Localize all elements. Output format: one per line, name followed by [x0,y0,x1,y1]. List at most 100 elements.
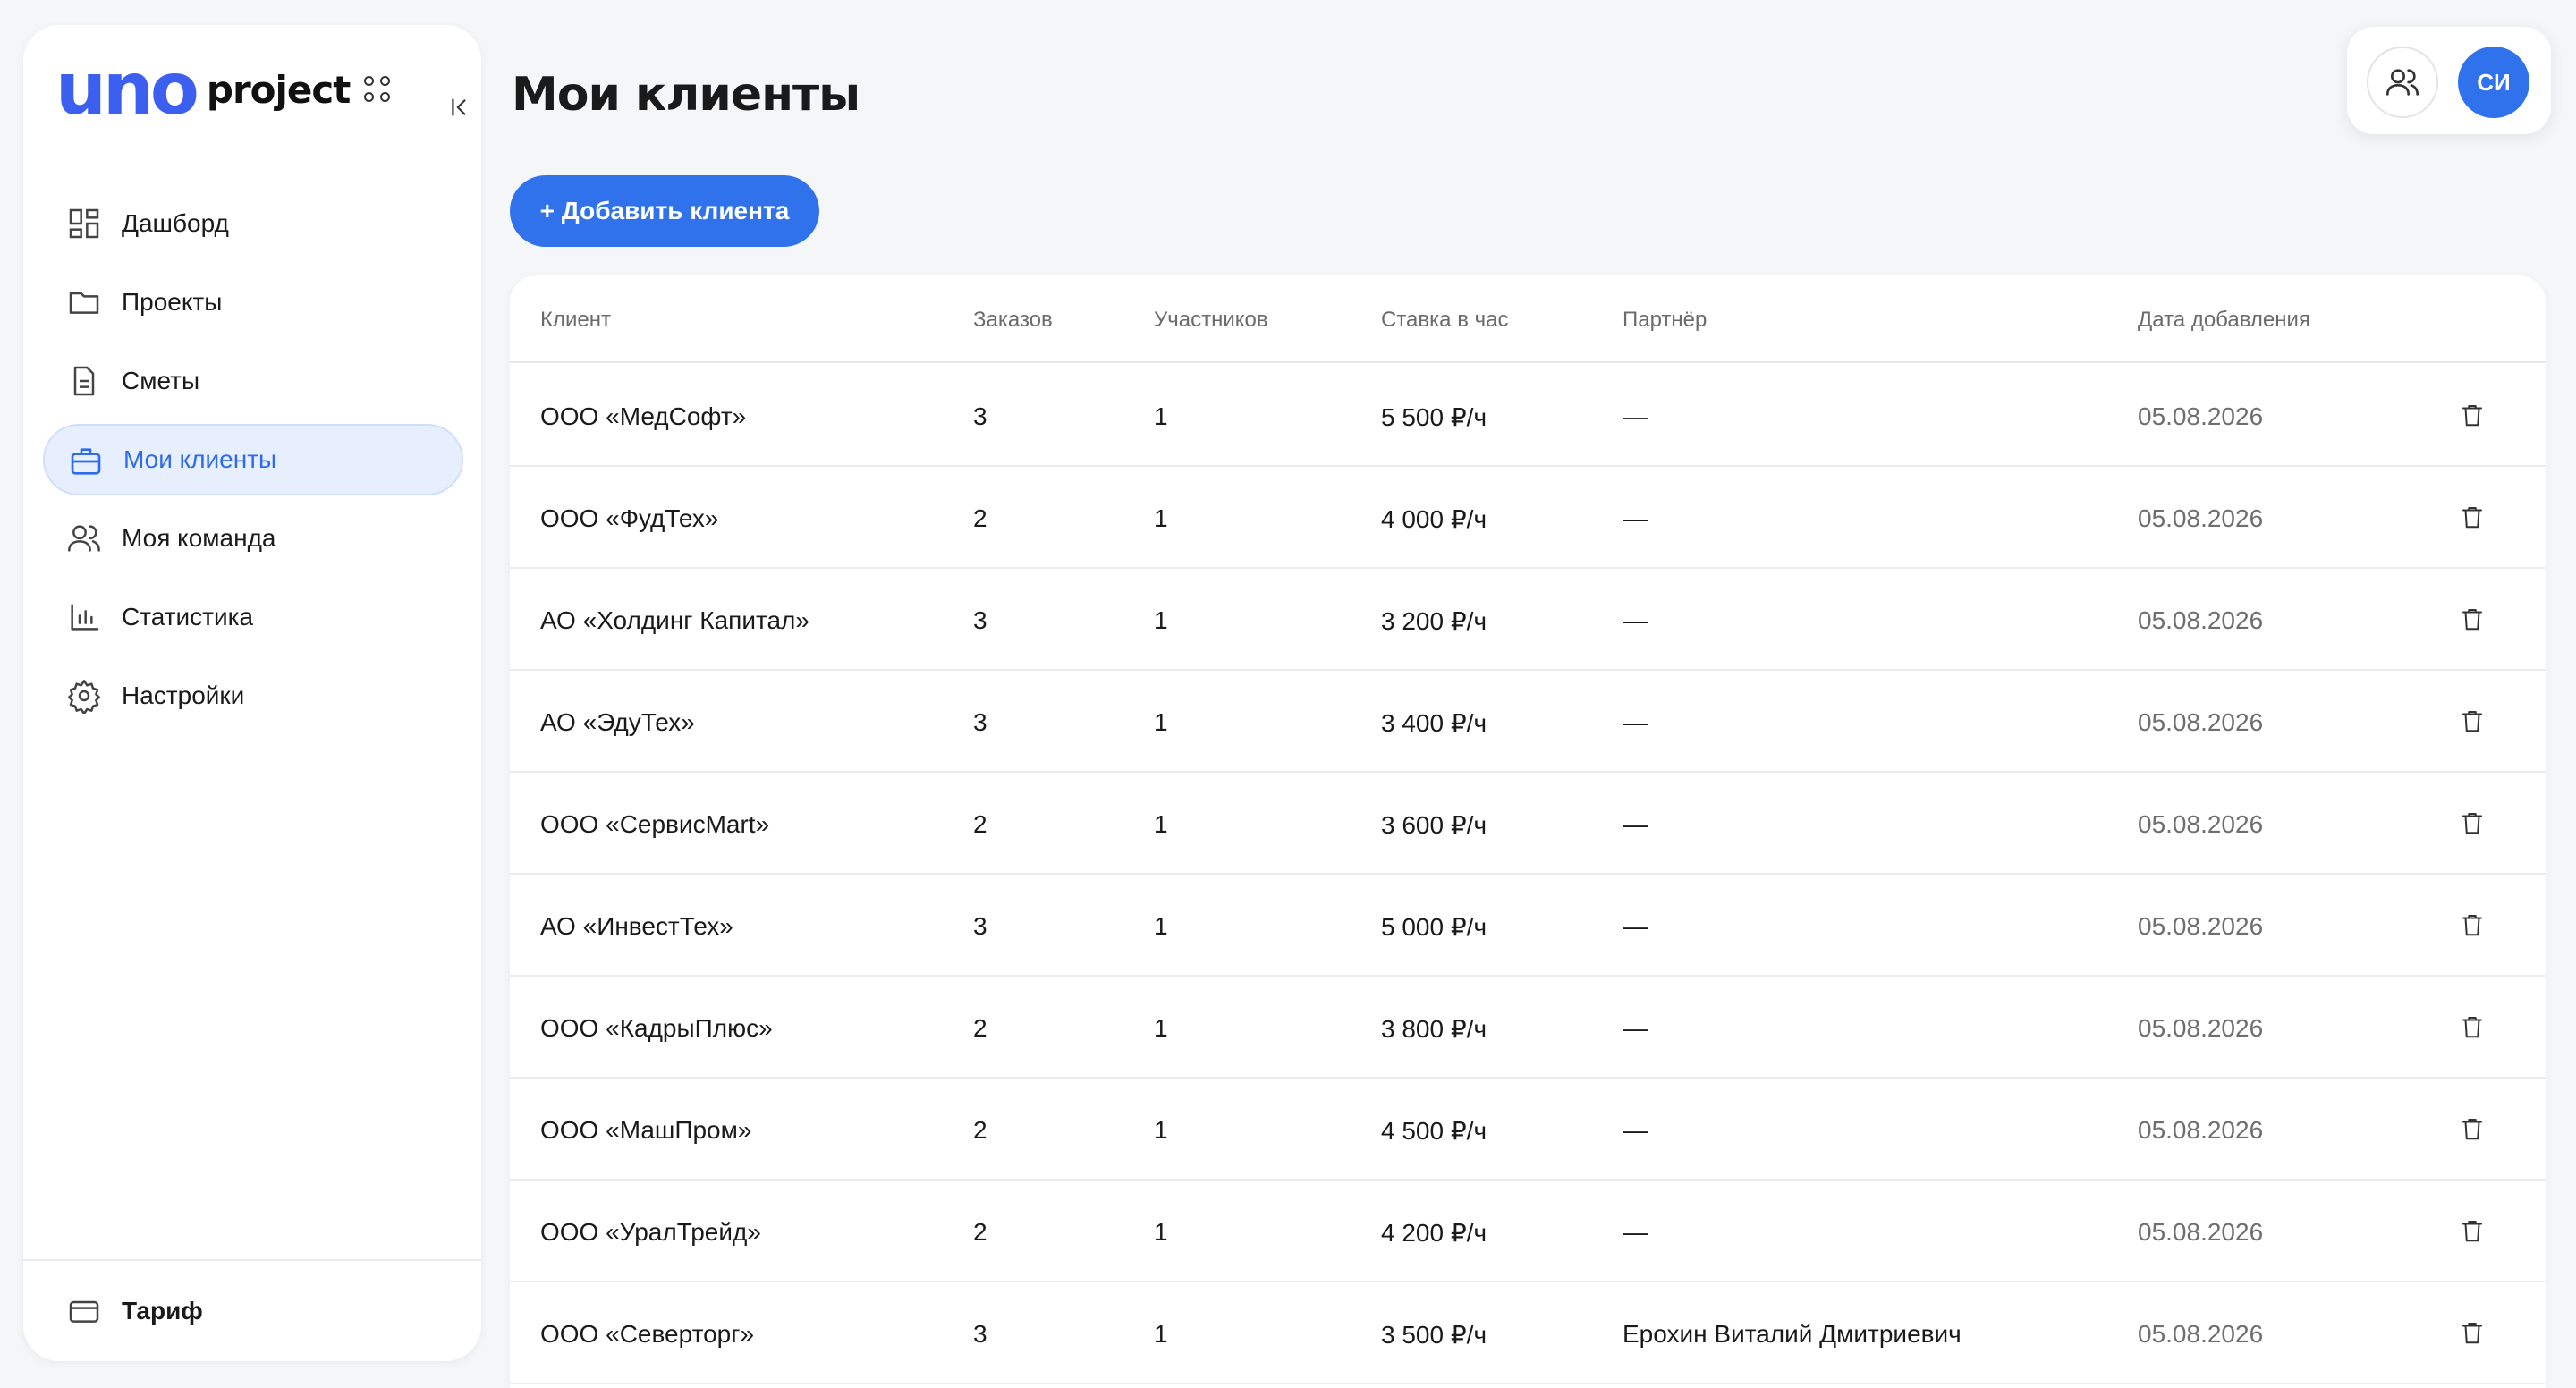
partner: — [1623,504,1648,532]
hourly-rate: 3 800 ₽/ч [1381,1015,1487,1043]
trash-icon[interactable] [2454,1213,2490,1248]
table-row[interactable]: АО «ИнвестТех» 3 1 5 000 ₽/ч — 05.08.2026 [510,875,2546,977]
sidebar-item-label: Настройки [122,681,245,709]
partner: — [1623,810,1648,838]
briefcase-icon [71,448,101,475]
table-row[interactable]: ООО «МедСофт» 3 1 5 500 ₽/ч — 05.08.2026 [510,365,2546,467]
orders-count: 3 [973,912,987,940]
table-row[interactable]: ООО «СервисMart» 2 1 3 600 ₽/ч — 05.08.2026 [510,773,2546,875]
table-row[interactable]: ООО «ФудТех» 2 1 4 000 ₽/ч — 05.08.2026 [510,467,2546,569]
client-name[interactable]: ООО «УралТрейд» [540,1218,761,1247]
date-added: 05.08.2026 [2138,708,2264,736]
members-count: 1 [1154,810,1168,838]
sidebar-item-label: Дашборд [122,209,229,237]
divider [23,1259,481,1261]
hourly-rate: 3 200 ₽/ч [1381,607,1487,635]
client-name[interactable]: ООО «СервисMart» [540,810,769,839]
partner: — [1623,708,1648,736]
members-count: 1 [1154,504,1168,532]
client-name[interactable]: АО «ИнвестТех» [540,912,733,941]
column-header-rate[interactable]: Ставка в час [1381,308,1508,333]
sidebar-item-estimates[interactable]: Сметы [43,345,463,417]
hourly-rate: 5 000 ₽/ч [1381,913,1487,941]
trash-icon[interactable] [2454,805,2490,841]
gear-icon [68,680,100,714]
sidebar-item-statistics[interactable]: Статистика [43,581,463,653]
trash-icon[interactable] [2454,1009,2490,1045]
team-icon [68,525,100,552]
table-row[interactable]: ООО «МашПром» 2 1 4 500 ₽/ч — 05.08.2026 [510,1079,2546,1181]
sidebar-item-label: Тариф [122,1297,203,1325]
members-count: 1 [1154,1116,1168,1144]
members-count: 1 [1154,606,1168,634]
team-button[interactable] [2367,47,2438,118]
column-header-members[interactable]: Участников [1154,308,1268,333]
hourly-rate: 3 600 ₽/ч [1381,811,1487,839]
client-name[interactable]: ООО «ФудТех» [540,504,718,533]
orders-count: 3 [973,606,987,634]
sidebar: uno project Дашборд Проекты Сметы Мои кл… [23,25,481,1361]
sidebar-item-label: Проекты [122,288,223,316]
trash-icon[interactable] [2454,703,2490,739]
table-row[interactable]: АО «ЭдуТех» 3 1 3 400 ₽/ч — 05.08.2026 [510,671,2546,773]
sidebar-item-dashboard[interactable]: Дашборд [43,188,463,259]
orders-count: 3 [973,402,987,430]
sidebar-item-settings[interactable]: Настройки [43,660,463,732]
column-header-partner[interactable]: Партнёр [1623,308,1707,333]
hourly-rate: 3 500 ₽/ч [1381,1321,1487,1349]
collapse-sidebar-icon[interactable] [442,89,478,125]
date-added: 05.08.2026 [2138,402,2264,430]
members-count: 1 [1154,1320,1168,1348]
client-name[interactable]: АО «Холдинг Капитал» [540,606,809,635]
table-row[interactable]: ООО «УралТрейд» 2 1 4 200 ₽/ч — 05.08.2026 [510,1181,2546,1282]
user-controls: СИ [2347,27,2551,134]
trash-icon[interactable] [2454,1315,2490,1350]
client-name[interactable]: ООО «Северторг» [540,1320,754,1349]
sidebar-item-team[interactable]: Моя команда [43,503,463,574]
client-name[interactable]: ООО «КадрыПлюс» [540,1014,773,1043]
date-added: 05.08.2026 [2138,1014,2264,1042]
client-name[interactable]: АО «ЭдуТех» [540,708,695,737]
client-name[interactable]: ООО «МедСофт» [540,402,746,431]
column-header-date[interactable]: Дата добавления [2138,308,2310,333]
table-row[interactable]: ООО «КадрыПлюс» 2 1 3 800 ₽/ч — 05.08.2026 [510,977,2546,1079]
date-added: 05.08.2026 [2138,810,2264,838]
hourly-rate: 4 500 ₽/ч [1381,1117,1487,1145]
orders-count: 2 [973,1218,987,1246]
page-title: Мои клиенты [512,68,860,122]
column-header-client[interactable]: Клиент [540,308,611,333]
partner: Ерохин Виталий Дмитриевич [1623,1320,1962,1348]
sidebar-item-label: Сметы [122,367,200,394]
trash-icon[interactable] [2454,499,2490,535]
table-row[interactable]: АО «Холдинг Капитал» 3 1 3 200 ₽/ч — 05.08.20… [510,569,2546,671]
members-count: 1 [1154,1014,1168,1042]
sidebar-item-tariff[interactable]: Тариф [43,1275,463,1347]
sidebar-item-label: Моя команда [122,524,276,552]
add-client-button[interactable]: + Добавить клиента [510,175,819,247]
credit-card-icon [69,1300,99,1323]
date-added: 05.08.2026 [2138,1218,2264,1246]
trash-icon[interactable] [2454,397,2490,433]
table-row[interactable]: ООО «Северторг» 3 1 3 500 ₽/ч Ерохин Виталий… [510,1282,2546,1384]
sidebar-item-projects[interactable]: Проекты [43,267,463,338]
partner: — [1623,1014,1648,1042]
apps-grid-icon[interactable] [364,76,391,103]
partner: — [1623,402,1648,430]
app-logo[interactable]: uno project [55,52,391,127]
column-header-orders[interactable]: Заказов [973,308,1053,333]
avatar[interactable]: СИ [2458,47,2529,118]
team-icon [2386,69,2419,96]
hourly-rate: 3 400 ₽/ч [1381,709,1487,737]
trash-icon[interactable] [2454,601,2490,637]
document-icon [73,366,95,396]
trash-icon[interactable] [2454,907,2490,943]
date-added: 05.08.2026 [2138,1320,2264,1348]
hourly-rate: 4 200 ₽/ч [1381,1219,1487,1247]
folder-icon [69,292,99,314]
partner: — [1623,1116,1648,1144]
sidebar-item-clients[interactable]: Мои клиенты [43,424,463,495]
hourly-rate: 5 500 ₽/ч [1381,403,1487,431]
orders-count: 3 [973,1320,987,1348]
trash-icon[interactable] [2454,1111,2490,1147]
client-name[interactable]: ООО «МашПром» [540,1116,751,1145]
